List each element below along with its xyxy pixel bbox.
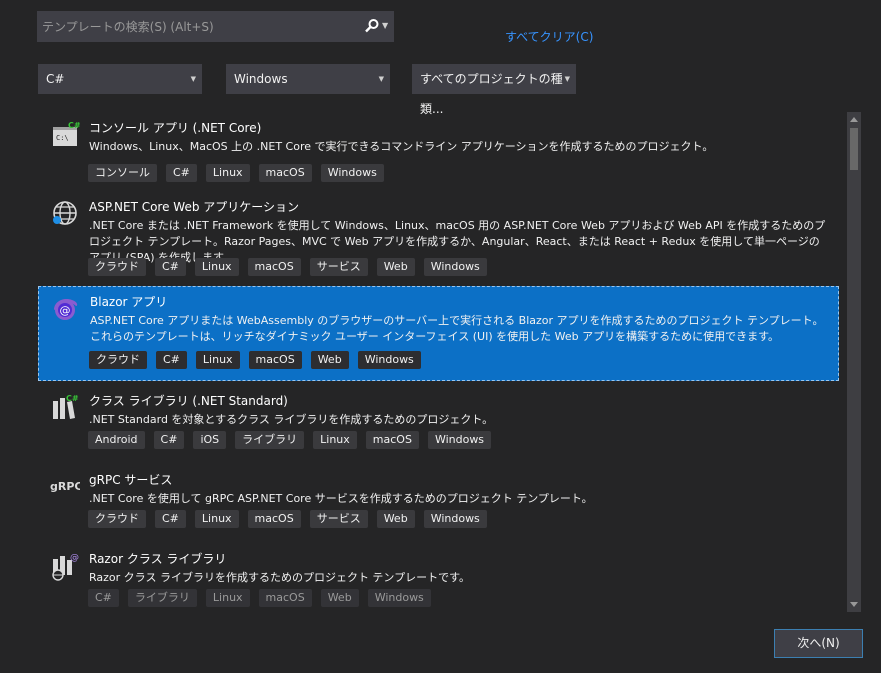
tag: Android [88, 431, 145, 449]
tag: ライブラリ [127, 589, 197, 607]
tag: Windows [423, 510, 487, 528]
tag: Windows [320, 164, 384, 182]
grpc-icon-text: gRPC [50, 480, 80, 493]
project-type-filter-value: すべてのプロジェクトの種類... [420, 72, 563, 116]
template-title: ASP.NET Core Web アプリケーション [89, 200, 300, 214]
tag: サービス [309, 258, 368, 276]
template-item-razor-class-library[interactable]: @ Razor クラス ライブラリ Razor クラス ライブラリを作成するため… [37, 543, 837, 612]
blazor-icon: @ [50, 294, 80, 324]
template-item-blazor-app[interactable]: @ Blazor アプリ ASP.NET Core アプリまたは WebAsse… [38, 286, 839, 381]
platform-filter-dropdown[interactable]: Windows ▼ [226, 64, 390, 94]
svg-text:@: @ [60, 304, 71, 317]
tag: Linux [194, 258, 239, 276]
chevron-down-icon: ▼ [378, 75, 384, 83]
tag: macOS [258, 164, 312, 182]
template-list[interactable]: C:\ C# コンソール アプリ (.NET Core) Windows、Lin… [37, 112, 847, 612]
tag: クラウド [89, 351, 147, 369]
template-description: Windows、Linux、MacOS 上の .NET Core で実行できるコ… [89, 140, 714, 153]
template-item-grpc-service[interactable]: gRPC gRPC サービス .NET Core を使用して gRPC ASP.… [37, 464, 837, 540]
template-description: ASP.NET Core アプリまたは WebAssembly のブラウザーのサ… [90, 314, 824, 343]
tag: macOS [247, 510, 301, 528]
tag: C# [153, 431, 185, 449]
template-title: Razor クラス ライブラリ [89, 552, 227, 566]
tag: C# [166, 164, 197, 182]
chevron-down-icon: ▼ [564, 75, 570, 83]
template-title: Blazor アプリ [90, 295, 168, 309]
search-input[interactable] [38, 12, 362, 41]
tag-list: Android C# iOS ライブラリ Linux macOS Windows [88, 431, 492, 449]
svg-text:@: @ [70, 553, 79, 563]
tag: サービス [309, 510, 368, 528]
svg-text:C#: C# [66, 394, 79, 403]
template-description: .NET Core を使用して gRPC ASP.NET Core サービスを作… [89, 492, 593, 505]
clear-all-link[interactable]: すべてクリア(C) [505, 28, 593, 45]
tag: iOS [193, 431, 227, 449]
template-description: .NET Standard を対象とするクラス ライブラリを作成するためのプロジ… [89, 413, 494, 426]
tag: Web [310, 351, 349, 369]
platform-filter-value: Windows [234, 72, 288, 86]
svg-text:C:\: C:\ [56, 134, 69, 142]
tag: コンソール [88, 164, 157, 182]
tag: ライブラリ [235, 431, 305, 449]
tag: Linux [313, 431, 357, 449]
tag: Linux [195, 351, 240, 369]
template-title: クラス ライブラリ (.NET Standard) [89, 394, 288, 408]
tag: macOS [365, 431, 419, 449]
template-item-console-app[interactable]: C:\ C# コンソール アプリ (.NET Core) Windows、Lin… [37, 112, 837, 188]
tag: Windows [427, 431, 492, 449]
tag: C# [88, 589, 119, 607]
project-type-filter-dropdown[interactable]: すべてのプロジェクトの種類... ▼ [412, 64, 576, 116]
tag: Windows [423, 258, 487, 276]
tag: Windows [357, 351, 421, 369]
tag-list: クラウド C# Linux macOS Web Windows [89, 351, 421, 369]
language-filter-value: C# [46, 72, 65, 86]
template-title: コンソール アプリ (.NET Core) [89, 121, 262, 135]
razor-library-icon: @ [50, 551, 80, 581]
tag-list: C# ライブラリ Linux macOS Web Windows [88, 589, 431, 607]
svg-text:C#: C# [68, 121, 80, 130]
tag: C# [155, 258, 186, 276]
template-description: Razor クラス ライブラリを作成するためのプロジェクト テンプレートです。 [89, 571, 471, 584]
tag: macOS [248, 351, 302, 369]
chevron-down-icon: ▼ [190, 75, 196, 83]
console-app-icon: C:\ C# [50, 120, 81, 150]
tag: C# [155, 510, 186, 528]
tag: Linux [205, 164, 250, 182]
tag: Web [376, 510, 415, 528]
language-filter-dropdown[interactable]: C# ▼ [38, 64, 202, 94]
tag: Linux [194, 510, 239, 528]
tag: クラウド [88, 510, 146, 528]
list-scrollbar[interactable] [847, 112, 861, 612]
template-search-box[interactable]: ▼ [37, 11, 394, 42]
template-title: gRPC サービス [89, 473, 173, 487]
tag: C# [156, 351, 187, 369]
tag-list: クラウド C# Linux macOS サービス Web Windows [88, 510, 487, 528]
tag: クラウド [88, 258, 146, 276]
tag-list: コンソール C# Linux macOS Windows [88, 164, 384, 182]
scroll-down-icon[interactable] [850, 602, 858, 607]
tag-list: クラウド C# Linux macOS サービス Web Windows [88, 258, 487, 276]
next-button[interactable]: 次へ(N) [774, 629, 863, 658]
tag: macOS [258, 589, 312, 607]
grpc-icon: gRPC [50, 474, 82, 504]
tag: Linux [205, 589, 250, 607]
globe-icon [50, 199, 80, 229]
scroll-up-icon[interactable] [850, 117, 858, 122]
scroll-thumb[interactable] [850, 128, 858, 170]
chevron-down-icon[interactable]: ▼ [382, 17, 392, 35]
tag: Web [376, 258, 415, 276]
tag: Web [320, 589, 359, 607]
search-icon[interactable] [363, 17, 381, 35]
template-item-class-library[interactable]: C# クラス ライブラリ (.NET Standard) .NET Standa… [37, 385, 837, 461]
template-item-aspnet-core-web-app[interactable]: ASP.NET Core Web アプリケーション .NET Core または … [37, 191, 837, 283]
tag: Windows [367, 589, 431, 607]
class-library-icon: C# [50, 393, 80, 423]
tag: macOS [247, 258, 301, 276]
